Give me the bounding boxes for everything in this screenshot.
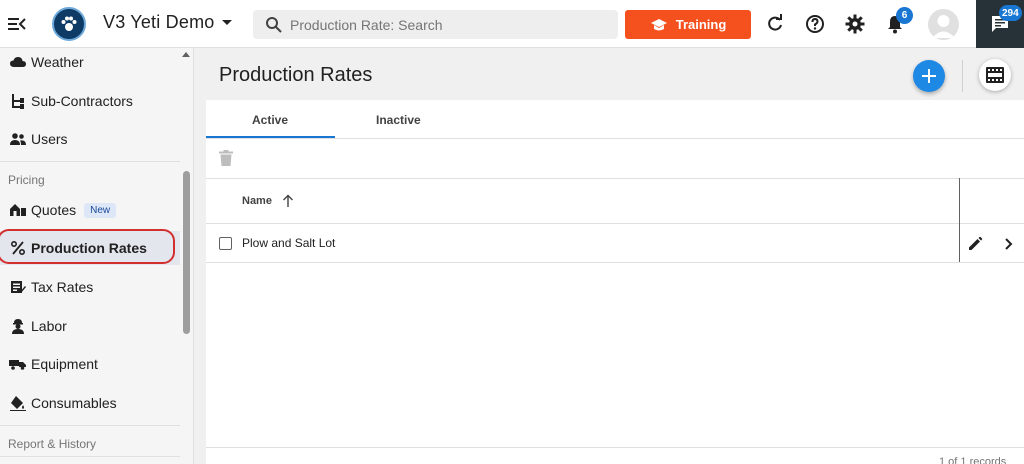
sidebar-item-consumables[interactable]: Consumables — [0, 386, 180, 420]
users-icon — [9, 130, 27, 148]
user-avatar-icon — [932, 15, 955, 38]
edit-pencil-icon[interactable] — [967, 236, 983, 252]
menu-collapse-icon[interactable] — [8, 14, 26, 34]
page-title: Production Rates — [219, 64, 373, 86]
toolbar-divider — [206, 178, 1024, 179]
tab-inactive[interactable]: Inactive — [376, 113, 421, 127]
settings-gear-icon[interactable] — [845, 14, 865, 34]
column-header-name[interactable]: Name — [242, 195, 272, 207]
worker-icon — [9, 317, 27, 335]
paint-bucket-icon — [9, 394, 27, 412]
subcontractor-icon — [9, 92, 27, 110]
sidebar-divider — [0, 456, 180, 457]
sort-ascending-icon[interactable] — [282, 194, 294, 208]
row-divider — [206, 262, 1024, 263]
sidebar-item-quotes[interactable]: Quotes New — [0, 193, 180, 227]
sidebar-item-tax-rates[interactable]: Tax Rates — [0, 270, 180, 304]
tab-active[interactable]: Active — [252, 113, 288, 127]
sidebar-item-label: Labor — [31, 318, 67, 334]
sidebar-item-label: Tax Rates — [31, 279, 94, 295]
sidebar-scrollbar-thumb[interactable] — [183, 171, 190, 334]
sidebar-item-users[interactable]: Users — [0, 122, 180, 156]
sidebar-item-label: Consumables — [31, 395, 117, 411]
app-logo[interactable] — [52, 7, 86, 41]
new-badge: New — [84, 202, 117, 218]
top-bar: V3 Yeti Demo Training — [0, 0, 1024, 48]
help-icon[interactable] — [805, 14, 825, 34]
chat-count-badge: 294 — [999, 5, 1022, 21]
sidebar-divider — [0, 161, 180, 162]
sidebar-section-report-history: Report & History — [8, 437, 97, 451]
delete-trash-icon[interactable] — [219, 150, 233, 166]
sidebar-item-weather[interactable]: Weather — [0, 48, 180, 79]
chevron-right-icon[interactable] — [1002, 237, 1014, 251]
sidebar-divider — [0, 425, 180, 426]
user-avatar[interactable] — [928, 9, 959, 40]
scroll-up-arrow-icon[interactable] — [182, 52, 190, 57]
actions-column-divider — [959, 178, 960, 262]
notification-count-badge: 6 — [896, 7, 913, 24]
sidebar-item-sub-contractors[interactable]: Sub-Contractors — [0, 84, 180, 118]
training-button[interactable]: Training — [625, 10, 751, 39]
graduation-cap-icon — [650, 18, 667, 30]
quotes-icon — [9, 201, 27, 219]
app-title[interactable]: V3 Yeti Demo — [103, 12, 214, 33]
sidebar-item-label: Equipment — [31, 356, 98, 372]
header-divider — [206, 223, 1024, 224]
table-footer-divider — [206, 447, 1024, 448]
plus-icon — [922, 69, 936, 83]
selection-highlight — [0, 229, 175, 264]
sidebar-section-pricing: Pricing — [8, 173, 45, 187]
record-count: 1 of 1 records — [939, 456, 1007, 464]
sidebar-item-label: Weather — [31, 54, 84, 70]
row-checkbox[interactable] — [219, 237, 232, 250]
tabs-divider — [206, 138, 1024, 139]
truck-icon — [9, 355, 27, 373]
video-tutorial-button[interactable] — [979, 59, 1011, 91]
search-input[interactable] — [290, 10, 610, 39]
sidebar-item-label: Sub-Contractors — [31, 93, 133, 109]
production-rates-card — [206, 100, 1024, 464]
search-icon — [266, 17, 282, 33]
toolbar-divider — [962, 60, 963, 92]
training-label: Training — [675, 17, 727, 32]
sidebar-item-labor[interactable]: Labor — [0, 309, 180, 343]
paw-icon — [61, 16, 77, 31]
add-button[interactable] — [913, 60, 945, 92]
sidebar-item-label: Quotes — [31, 202, 77, 218]
row-name-cell[interactable]: Plow and Salt Lot — [242, 236, 335, 250]
sidebar-item-equipment[interactable]: Equipment — [0, 347, 180, 381]
refresh-icon[interactable] — [765, 14, 785, 34]
search-bar[interactable] — [253, 10, 618, 39]
sidebar-item-label: Users — [31, 131, 68, 147]
film-icon — [986, 67, 1004, 83]
tax-icon — [9, 278, 27, 296]
app-switcher-caret-icon[interactable] — [222, 20, 232, 25]
cloud-icon — [9, 53, 27, 71]
